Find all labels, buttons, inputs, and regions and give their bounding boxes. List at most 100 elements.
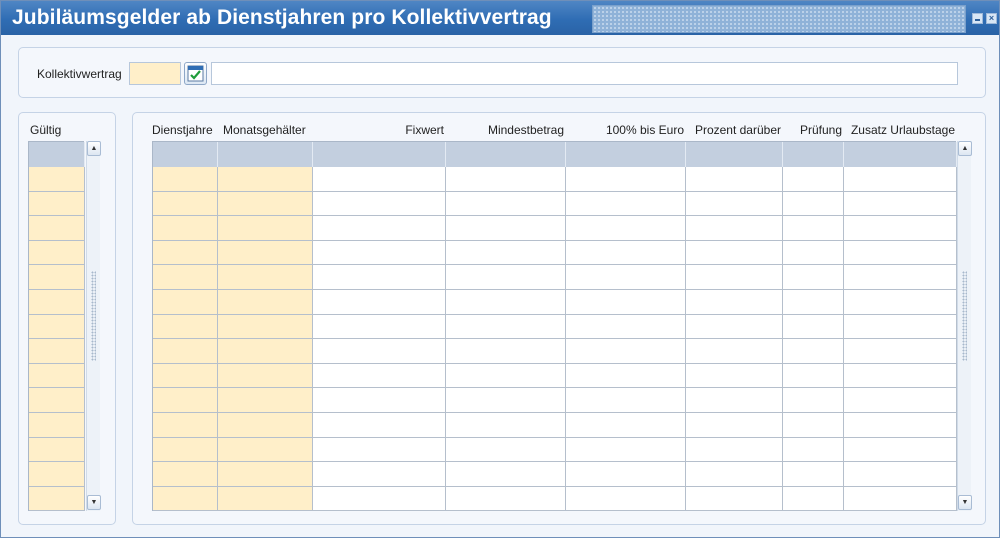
jubilaeum-cell[interactable] <box>153 437 218 463</box>
jubilaeum-cell[interactable] <box>313 339 446 364</box>
jubilaeum-cell[interactable] <box>566 339 686 364</box>
jubilaeum-cell[interactable] <box>686 462 783 487</box>
gueltig-cell[interactable] <box>29 388 85 413</box>
jubilaeum-cell[interactable] <box>313 290 446 315</box>
jubilaeum-cell[interactable] <box>566 191 686 217</box>
jubilaeum-cell[interactable] <box>313 314 446 340</box>
jubilaeum-cell[interactable] <box>686 216 783 241</box>
jubilaeum-cell[interactable] <box>313 167 446 192</box>
gueltig-cell[interactable] <box>29 413 85 438</box>
jubilaeum-cell[interactable] <box>783 486 844 512</box>
jubilaeum-cell[interactable] <box>446 240 566 266</box>
jubilaeum-cell[interactable] <box>313 413 446 438</box>
lov-button[interactable] <box>184 62 207 85</box>
jubilaeum-cell[interactable] <box>446 314 566 340</box>
gueltig-cell[interactable] <box>29 363 85 389</box>
jubilaeum-cell[interactable] <box>686 167 783 192</box>
jubilaeum-cell[interactable] <box>446 265 566 290</box>
arrow-down-icon[interactable]: ▼ <box>958 495 972 510</box>
gueltig-cell[interactable] <box>29 437 85 463</box>
jubilaeum-cell[interactable] <box>446 339 566 364</box>
jubilaeum-cell[interactable] <box>844 462 957 487</box>
scroll-grip[interactable] <box>962 271 967 361</box>
jubilaeum-scrollbar[interactable]: ▲ ▼ <box>957 141 972 511</box>
jubilaeum-cell[interactable] <box>783 388 844 413</box>
jubilaeum-cell[interactable] <box>313 486 446 512</box>
jubilaeum-cell[interactable] <box>566 413 686 438</box>
jubilaeum-cell[interactable] <box>153 339 218 364</box>
arrow-up-icon[interactable]: ▲ <box>87 141 101 156</box>
jubilaeum-cell[interactable] <box>153 413 218 438</box>
minimize-icon[interactable] <box>972 13 983 24</box>
jubilaeum-cell[interactable] <box>686 413 783 438</box>
jubilaeum-cell[interactable] <box>446 462 566 487</box>
jubilaeum-cell[interactable] <box>566 462 686 487</box>
jubilaeum-cell[interactable] <box>783 167 844 192</box>
jubilaeum-cell[interactable] <box>153 388 218 413</box>
jubilaeum-cell[interactable] <box>686 388 783 413</box>
jubilaeum-cell[interactable] <box>218 462 313 487</box>
jubilaeum-cell[interactable] <box>218 314 313 340</box>
arrow-up-icon[interactable]: ▲ <box>958 141 972 156</box>
jubilaeum-cell[interactable] <box>218 339 313 364</box>
jubilaeum-cell[interactable] <box>446 290 566 315</box>
jubilaeum-cell[interactable] <box>844 265 957 290</box>
jubilaeum-cell[interactable] <box>686 486 783 512</box>
jubilaeum-cell[interactable] <box>783 240 844 266</box>
jubilaeum-cell[interactable] <box>218 413 313 438</box>
jubilaeum-cell[interactable] <box>313 437 446 463</box>
jubilaeum-cell[interactable] <box>153 240 218 266</box>
jubilaeum-cell[interactable] <box>153 314 218 340</box>
jubilaeum-cell[interactable] <box>313 216 446 241</box>
jubilaeum-cell[interactable] <box>783 216 844 241</box>
gueltig-cell[interactable] <box>29 314 85 340</box>
jubilaeum-cell[interactable] <box>446 388 566 413</box>
jubilaeum-cell[interactable] <box>783 265 844 290</box>
jubilaeum-cell[interactable] <box>844 290 957 315</box>
jubilaeum-cell[interactable] <box>566 265 686 290</box>
jubilaeum-cell[interactable] <box>844 191 957 217</box>
jubilaeum-cell[interactable] <box>686 265 783 290</box>
jubilaeum-cell[interactable] <box>566 216 686 241</box>
jubilaeum-cell[interactable] <box>153 290 218 315</box>
jubilaeum-cell[interactable] <box>313 191 446 217</box>
gueltig-scrollbar[interactable]: ▲ ▼ <box>86 141 101 511</box>
jubilaeum-cell[interactable] <box>686 290 783 315</box>
jubilaeum-cell[interactable] <box>844 363 957 389</box>
jubilaeum-cell[interactable] <box>783 339 844 364</box>
jubilaeum-cell[interactable] <box>218 240 313 266</box>
jubilaeum-cell[interactable] <box>686 314 783 340</box>
jubilaeum-cell[interactable] <box>153 191 218 217</box>
jubilaeum-cell[interactable] <box>446 191 566 217</box>
jubilaeum-cell[interactable] <box>844 240 957 266</box>
jubilaeum-cell[interactable] <box>844 388 957 413</box>
gueltig-cell[interactable] <box>29 216 85 241</box>
jubilaeum-cell[interactable] <box>218 216 313 241</box>
jubilaeum-cell[interactable] <box>313 388 446 413</box>
jubilaeum-cell[interactable] <box>844 486 957 512</box>
jubilaeum-cell[interactable] <box>566 240 686 266</box>
jubilaeum-cell[interactable] <box>218 191 313 217</box>
jubilaeum-cell[interactable] <box>313 363 446 389</box>
jubilaeum-cell[interactable] <box>566 486 686 512</box>
jubilaeum-cell[interactable] <box>153 167 218 192</box>
jubilaeum-cell[interactable] <box>566 314 686 340</box>
jubilaeum-cell[interactable] <box>566 437 686 463</box>
jubilaeum-cell[interactable] <box>783 437 844 463</box>
gueltig-cell[interactable] <box>29 339 85 364</box>
jubilaeum-cell[interactable] <box>783 363 844 389</box>
jubilaeum-cell[interactable] <box>153 265 218 290</box>
jubilaeum-cell[interactable] <box>566 363 686 389</box>
jubilaeum-cell[interactable] <box>446 486 566 512</box>
jubilaeum-cell[interactable] <box>686 339 783 364</box>
jubilaeum-cell[interactable] <box>218 437 313 463</box>
jubilaeum-cell[interactable] <box>153 216 218 241</box>
jubilaeum-cell[interactable] <box>446 413 566 438</box>
gueltig-cell[interactable] <box>29 462 85 487</box>
kollektivvertrag-input[interactable] <box>129 62 181 85</box>
jubilaeum-cell[interactable] <box>844 314 957 340</box>
jubilaeum-cell[interactable] <box>153 363 218 389</box>
jubilaeum-cell[interactable] <box>686 437 783 463</box>
jubilaeum-cell[interactable] <box>844 413 957 438</box>
kollektivvertrag-description-field[interactable] <box>211 62 958 85</box>
